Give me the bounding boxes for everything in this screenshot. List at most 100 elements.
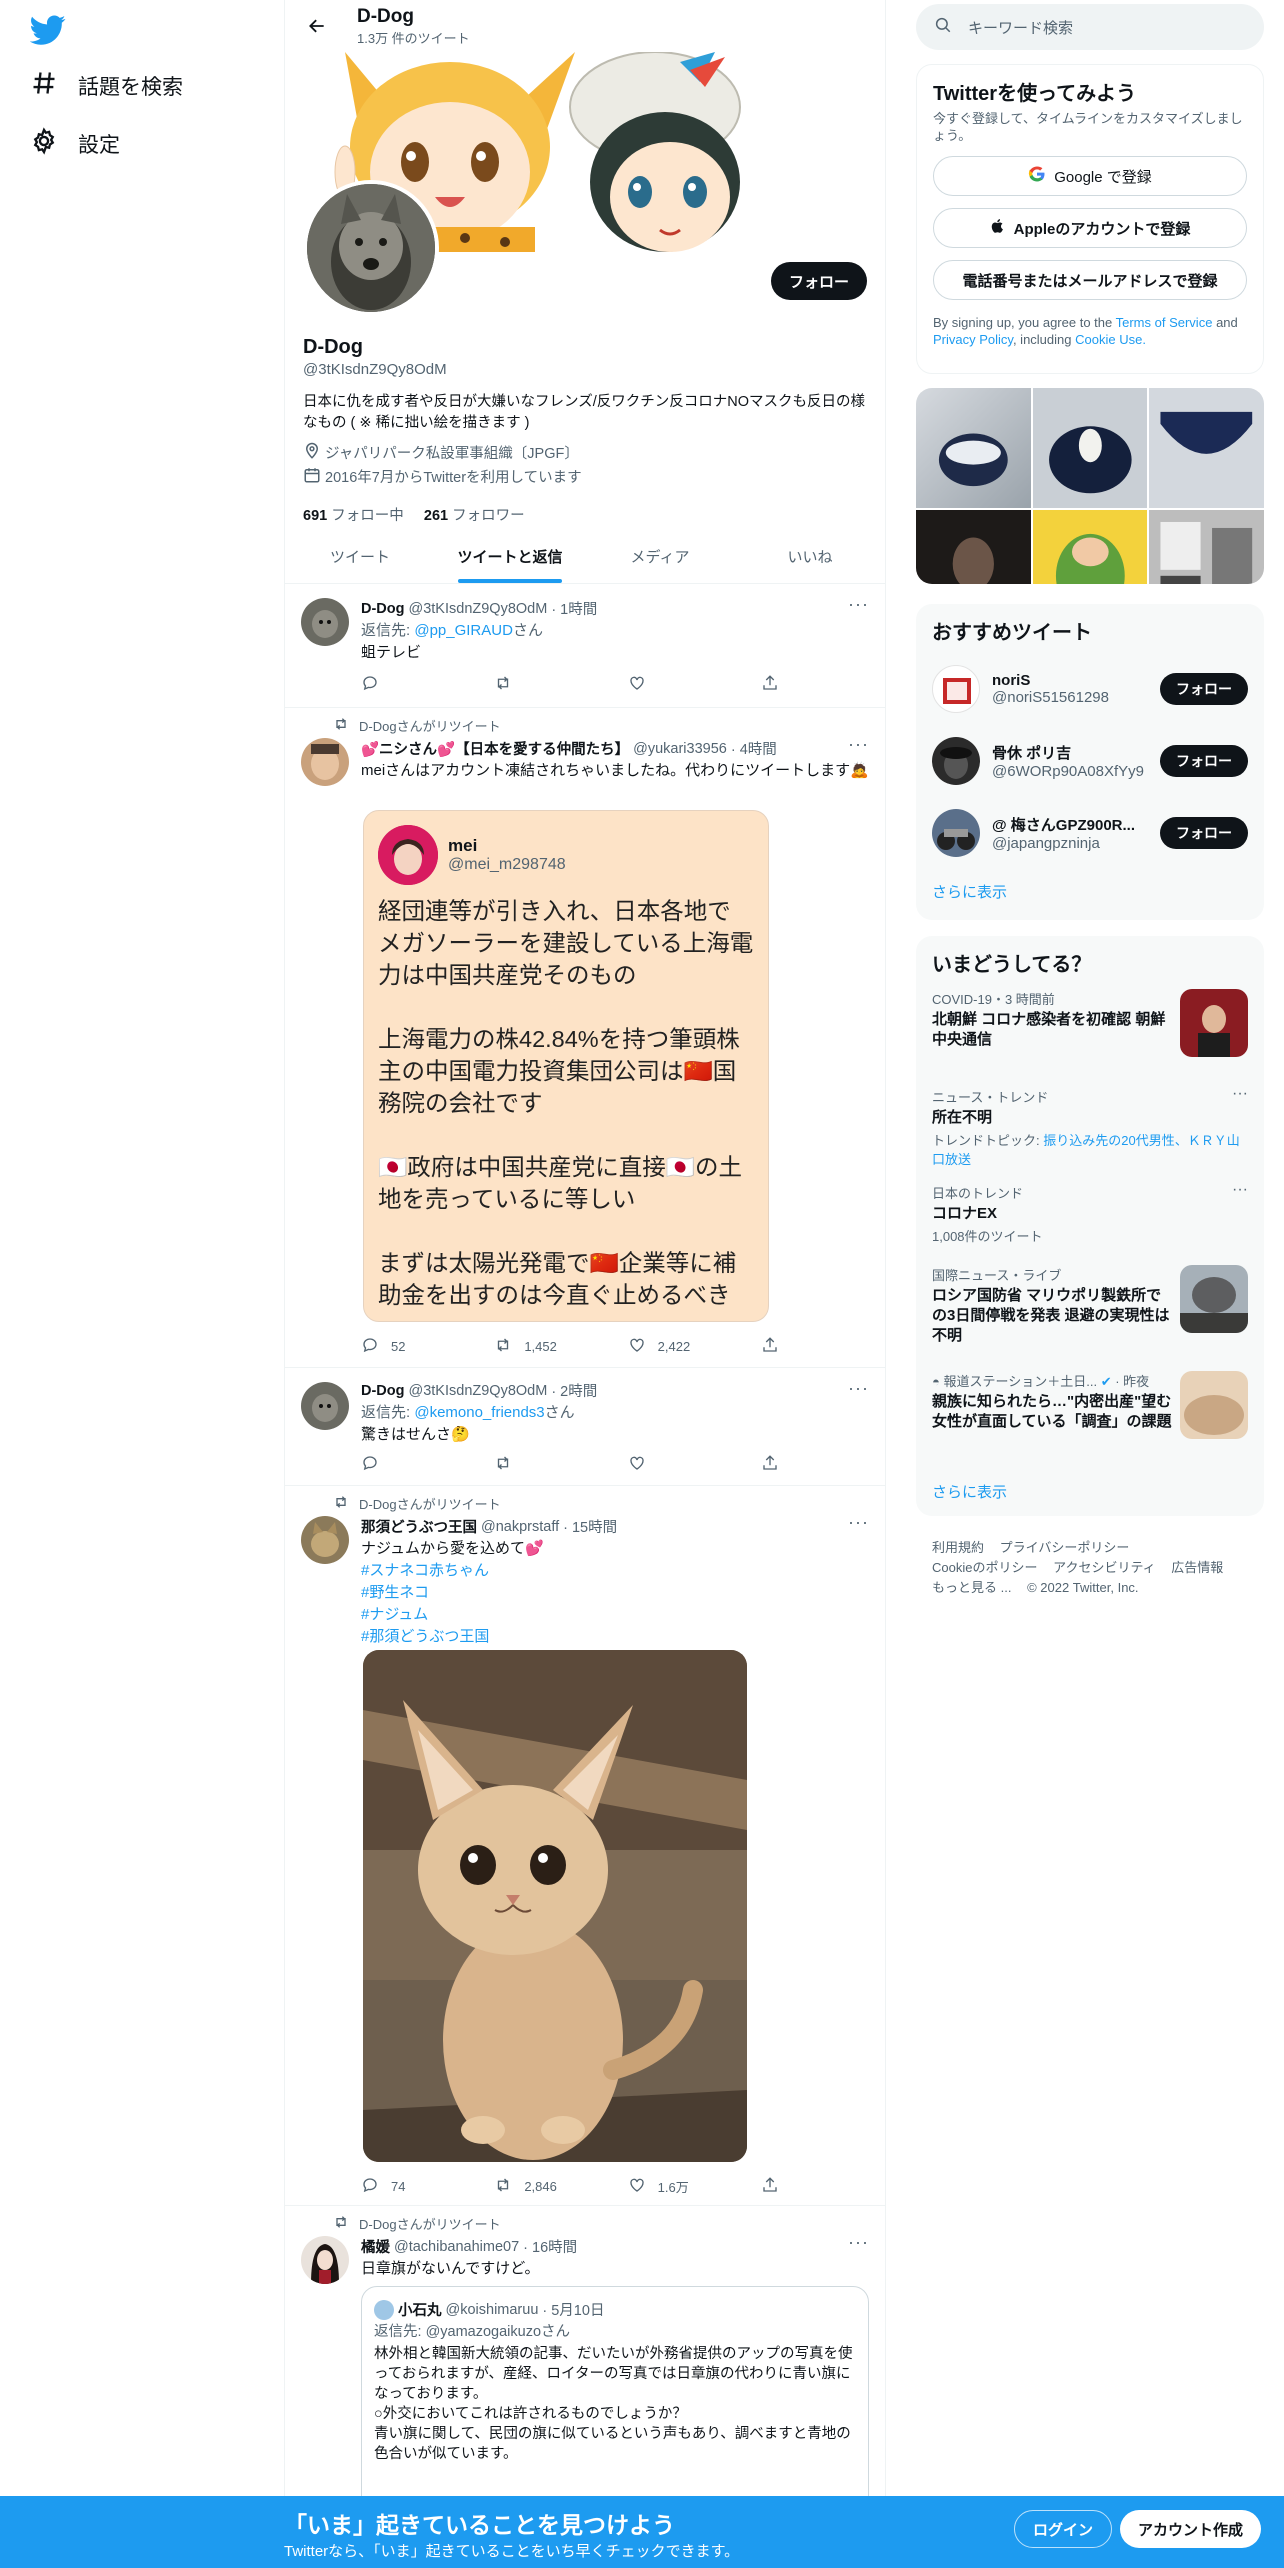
reply-to-link[interactable]: @pp_GIRAUD — [414, 622, 513, 639]
avatar[interactable] — [301, 738, 349, 786]
nav-settings[interactable]: 設定 — [30, 124, 120, 164]
who-to-follow-item[interactable]: noriS @noriS51561298 フォロー — [916, 653, 1264, 725]
tweet-author-name[interactable]: 那須どうぶつ王国 — [361, 1516, 477, 1537]
tab-tweets-and-replies[interactable]: ツイートと返信 — [435, 530, 585, 583]
reply-button[interactable] — [361, 1454, 461, 1475]
tweet-author-name[interactable]: D-Dog — [361, 1383, 405, 1399]
more-icon[interactable]: ··· — [1232, 1181, 1248, 1199]
like-button[interactable]: 2,422 — [628, 1336, 728, 1357]
tweet-author-name[interactable]: 💕ニシさん💕【日本を愛する仲間たち】 — [361, 738, 629, 759]
avatar — [932, 737, 980, 785]
media-thumb[interactable] — [1032, 388, 1148, 508]
footer-link[interactable]: Cookieのポリシー — [932, 1560, 1037, 1575]
trend-item[interactable]: ◓ 報道ステーション＋土日... ✔ · 昨夜 親族に知られたら…"内密出産"望… — [916, 1359, 1264, 1469]
retweet-button[interactable]: 1,452 — [494, 1336, 594, 1357]
reply-button[interactable]: 74 — [361, 2176, 461, 2197]
media-thumb[interactable] — [916, 388, 1031, 508]
trend-thumbnail — [1180, 1265, 1248, 1333]
trend-item[interactable]: ニュース・トレンド 所在不明 トレンドトピック: 振り込み先の20代男性、ＫＲＹ… — [916, 1075, 1264, 1171]
follow-button[interactable]: フォロー — [1160, 817, 1248, 849]
share-button[interactable] — [761, 1454, 781, 1475]
more-icon[interactable]: ··· — [1232, 1085, 1248, 1103]
share-button[interactable] — [761, 674, 781, 695]
avatar[interactable] — [301, 1382, 349, 1430]
who-to-follow-item[interactable]: 骨休 ポリ吉 @6WORp90A08XfYy9 フォロー — [916, 725, 1264, 797]
hashtag-link[interactable]: #ナジュム — [361, 1605, 869, 1625]
retweet-button[interactable]: 2,846 — [494, 2176, 594, 2197]
phone-email-signup-button[interactable]: 電話番号またはメールアドレスで登録 — [933, 260, 1247, 300]
login-button[interactable]: ログイン — [1014, 2510, 1113, 2548]
like-button[interactable] — [628, 1454, 728, 1475]
share-button[interactable] — [761, 2176, 781, 2197]
tweet-time[interactable]: · 4時間 — [731, 738, 777, 759]
show-more-link[interactable]: さらに表示 — [916, 869, 1264, 914]
footer-link[interactable]: 広告情報 — [1171, 1560, 1223, 1575]
tweet-time[interactable]: · 16時間 — [523, 2236, 577, 2257]
tweet-author-handle[interactable]: @3tKIsdnZ9Qy8OdM — [409, 1383, 548, 1399]
media-thumb[interactable] — [1149, 388, 1264, 508]
tab-media[interactable]: メディア — [585, 530, 735, 583]
terms-link[interactable]: Terms of Service — [1116, 315, 1213, 330]
tweet[interactable]: D-Dogさんがリツイート ··· 那須どうぶつ王国 @nakprstaff · 1… — [285, 1486, 885, 2206]
share-button[interactable] — [761, 1336, 781, 1357]
hashtag-link[interactable]: #スナネコ赤ちゃん — [361, 1561, 869, 1581]
google-signup-button[interactable]: Google で登録 — [933, 156, 1247, 196]
avatar[interactable] — [301, 1516, 349, 1564]
tweet-time[interactable]: · 2時間 — [551, 1380, 597, 1401]
tweet-author-handle[interactable]: @3tKIsdnZ9Qy8OdM — [409, 601, 548, 617]
reply-button[interactable]: 52 — [361, 1336, 461, 1357]
create-account-button[interactable]: アカウント作成 — [1120, 2510, 1262, 2548]
nav-explore[interactable]: 話題を検索 — [30, 66, 183, 106]
followers-link[interactable]: 261 フォロワー — [424, 508, 525, 524]
follow-button[interactable]: フォロー — [1160, 673, 1248, 705]
tweet-author-handle[interactable]: @yukari33956 — [633, 741, 727, 757]
tab-tweets[interactable]: ツイート — [285, 530, 435, 583]
avatar[interactable] — [301, 598, 349, 646]
tab-likes[interactable]: いいね — [735, 530, 885, 583]
tweet-time[interactable]: · 1時間 — [551, 598, 597, 619]
trends-show-more-link[interactable]: さらに表示 — [916, 1469, 1264, 1514]
tweet-author-name[interactable]: D-Dog — [361, 601, 405, 617]
reply-button[interactable] — [361, 674, 461, 695]
follow-button[interactable]: フォロー — [770, 262, 867, 300]
tweet-author-handle[interactable]: @tachibanahime07 — [394, 2239, 519, 2255]
privacy-link[interactable]: Privacy Policy — [933, 332, 1013, 347]
media-thumb[interactable] — [1032, 509, 1148, 584]
follow-button[interactable]: フォロー — [1160, 745, 1248, 777]
profile-avatar[interactable] — [303, 180, 439, 316]
back-arrow-icon[interactable] — [299, 8, 335, 44]
search-box[interactable]: キーワード検索 — [916, 4, 1264, 50]
tweet[interactable]: ··· D-Dog @3tKIsdnZ9Qy8OdM · 1時間 返信先: @pp_… — [285, 584, 885, 708]
tweet-photo[interactable] — [363, 1650, 747, 2162]
reply-to-line: 返信先: @pp_GIRAUDさん — [361, 622, 543, 639]
trend-item[interactable]: 日本のトレンド コロナEX 1,008件のツイート ··· — [916, 1171, 1264, 1253]
footer-link[interactable]: アクセシビリティ — [1053, 1560, 1156, 1575]
reply-to-link[interactable]: @kemono_friends3 — [414, 1404, 544, 1421]
cookie-link[interactable]: Cookie Use. — [1075, 332, 1146, 347]
like-button[interactable] — [628, 674, 728, 695]
media-thumb[interactable] — [1149, 509, 1264, 584]
tweet-author-handle[interactable]: @nakprstaff — [481, 1519, 559, 1535]
tweet[interactable]: D-Dogさんがリツイート ··· 💕ニシさん💕【日本を愛する仲間たち】 @yuk… — [285, 708, 885, 1368]
footer-link[interactable]: 利用規約 — [932, 1540, 984, 1555]
media-thumb[interactable] — [916, 509, 1031, 584]
footer-link[interactable]: プライバシーポリシー — [1000, 1540, 1130, 1555]
search-input[interactable]: キーワード検索 — [968, 17, 1073, 38]
tweet[interactable]: ··· D-Dog @3tKIsdnZ9Qy8OdM · 2時間 返信先: @kem… — [285, 1368, 885, 1486]
twitter-logo-icon[interactable] — [29, 12, 66, 48]
avatar[interactable] — [301, 2236, 349, 2284]
tweet-time[interactable]: · 15時間 — [563, 1516, 617, 1537]
following-link[interactable]: 691 フォロー中 — [303, 508, 404, 524]
tweet-image[interactable]: mei @mei_m298748 経団連等が引き入れ、日本各地でメガソーラーを建… — [363, 810, 769, 1322]
like-button[interactable]: 1.6万 — [628, 2176, 728, 2197]
who-to-follow-item[interactable]: @ 梅さんGPZ900R... @japangpzninja フォロー — [916, 797, 1264, 869]
tweet-author-name[interactable]: 橘媛 — [361, 2236, 390, 2257]
hashtag-link[interactable]: #那須どうぶつ王国 — [361, 1627, 869, 1647]
footer-link[interactable]: もっと見る ... — [932, 1580, 1011, 1595]
trend-item[interactable]: COVID-19・3 時間前 北朝鮮 コロナ感染者を初確認 朝鮮中央通信 — [916, 977, 1264, 1075]
retweet-button[interactable] — [494, 674, 594, 695]
trend-item[interactable]: 国際ニュース・ライブ ロシア国防省 マリウポリ製鉄所での3日間停戦を発表 退避の… — [916, 1253, 1264, 1359]
hashtag-link[interactable]: #野生ネコ — [361, 1583, 869, 1603]
apple-signup-button[interactable]: Appleのアカウントで登録 — [933, 208, 1247, 248]
retweet-button[interactable] — [494, 1454, 594, 1475]
